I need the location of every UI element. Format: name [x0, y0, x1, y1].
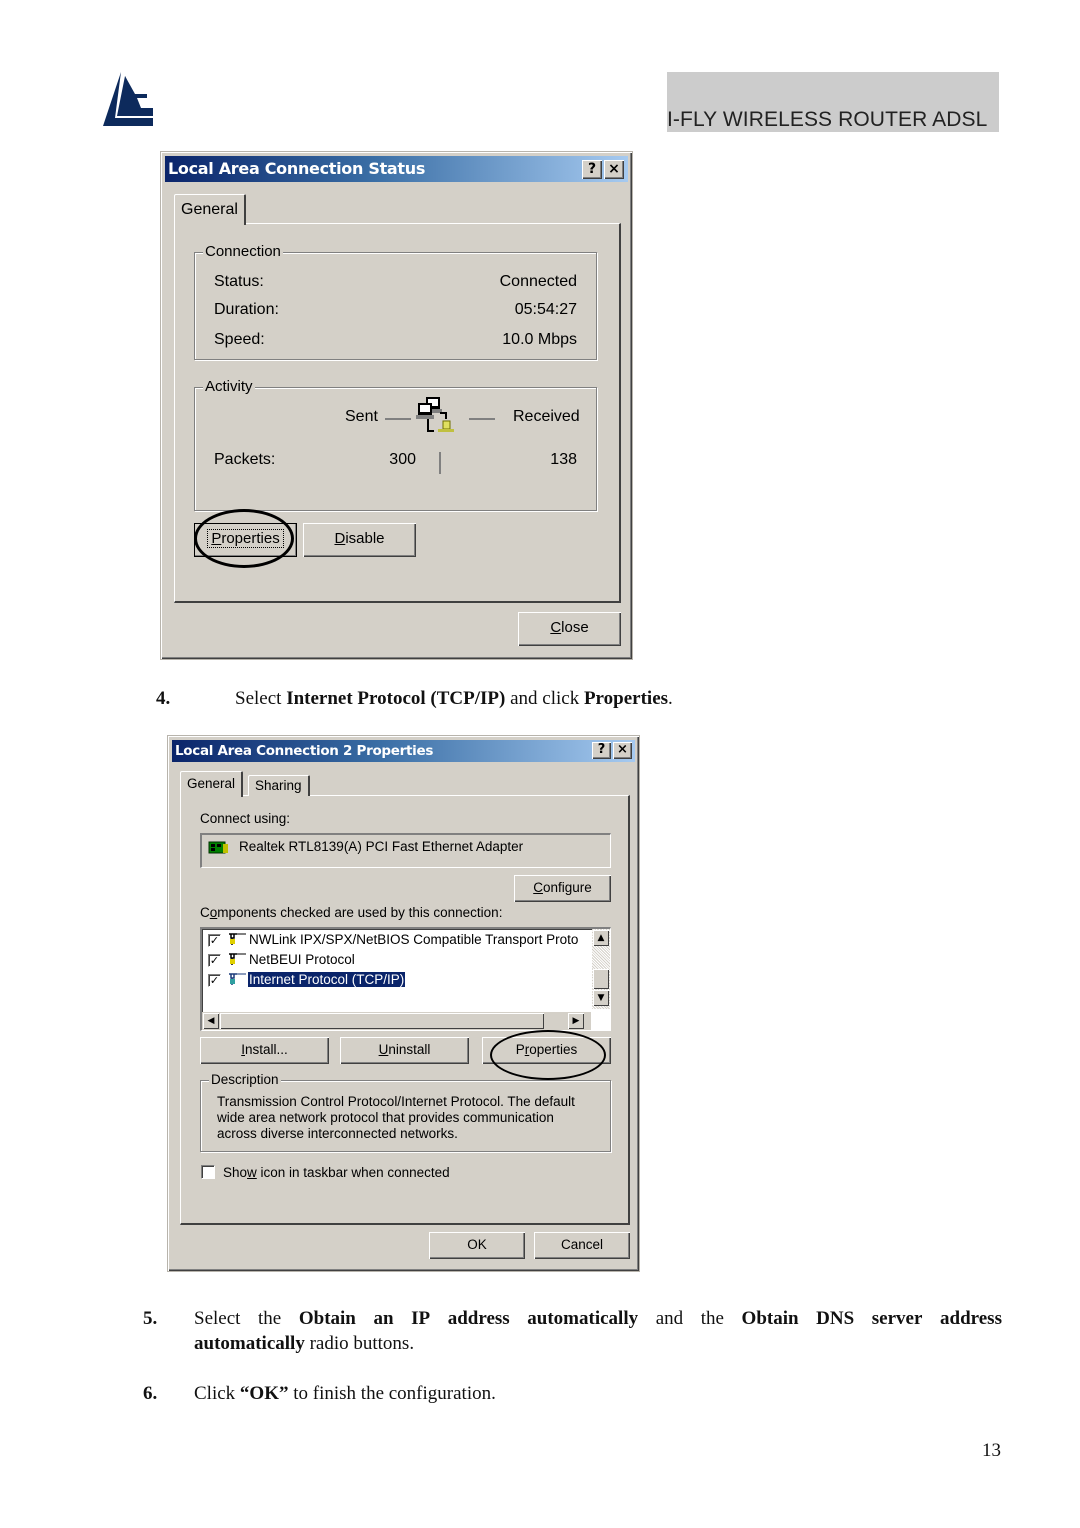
network-computers-icon — [416, 397, 454, 432]
description-line-2: wide area network protocol that provides… — [217, 1110, 554, 1125]
page-number: 13 — [982, 1440, 1001, 1461]
step-5-word: Obtain — [741, 1308, 799, 1329]
packets-label: Packets: — [214, 451, 276, 468]
scroll-thumb[interactable] — [593, 969, 609, 989]
scroll-up-arrow-icon[interactable]: ▲ — [593, 930, 609, 946]
tab-sharing[interactable]: Sharing — [248, 775, 310, 796]
list-item[interactable]: ✓ NetBEUI Protocol — [206, 951, 588, 971]
step-5-word: address — [940, 1308, 1002, 1329]
protocol-icon — [229, 933, 246, 945]
scroll-down-arrow-icon[interactable]: ▼ — [593, 990, 609, 1006]
title-bar[interactable]: Local Area Connection 2 Properties ? × — [172, 740, 635, 762]
components-label: Components checked are used by this conn… — [200, 905, 503, 920]
received-line — [469, 418, 495, 420]
ok-button[interactable]: OK — [429, 1232, 525, 1259]
activity-group — [194, 387, 597, 511]
step-5-word: an — [373, 1308, 394, 1329]
horizontal-scroll-thumb[interactable] — [220, 1013, 544, 1029]
step-5-word: address — [447, 1308, 510, 1329]
step-5-word: DNS — [816, 1308, 855, 1329]
step-5-word: Obtain — [298, 1308, 356, 1329]
vertical-scrollbar[interactable]: ▲ ▼ — [592, 929, 610, 1009]
tab-general[interactable]: General — [174, 194, 246, 225]
checkbox-tcpip[interactable]: ✓ — [208, 974, 221, 987]
checkbox-nwlink[interactable]: ✓ — [208, 934, 221, 947]
received-label: Received — [513, 408, 580, 425]
install-button[interactable]: Install... — [200, 1037, 329, 1064]
components-list[interactable]: ✓ NWLink IPX/SPX/NetBIOS Compatible Tran… — [200, 927, 611, 1031]
step-5-word: Select — [194, 1308, 241, 1329]
step-5-word: the — [700, 1308, 724, 1329]
help-button[interactable]: ? — [592, 742, 611, 759]
description-group-label: Description — [209, 1072, 281, 1087]
scroll-left-arrow-icon[interactable]: ◀ — [203, 1013, 219, 1029]
connection-group-label: Connection — [203, 243, 283, 260]
step-5-line-2: automatically radio buttons. — [194, 1333, 415, 1354]
atlantis-logo-icon — [103, 72, 153, 126]
adapter-name: Realtek RTL8139(A) PCI Fast Ethernet Ada… — [239, 839, 524, 854]
checkbox-netbeui[interactable]: ✓ — [208, 954, 221, 967]
step-5-word: IP — [411, 1308, 431, 1329]
uninstall-button[interactable]: Uninstall — [340, 1037, 469, 1064]
step-6-number: 6. — [143, 1383, 158, 1404]
configure-button[interactable]: Configure — [514, 875, 611, 902]
packets-sent-value: 300 — [389, 451, 416, 468]
network-adapter-icon — [208, 841, 228, 854]
step-5-word: the — [258, 1308, 282, 1329]
show-icon-checkbox[interactable] — [201, 1165, 215, 1179]
description-line-1: Transmission Control Protocol/Internet P… — [217, 1094, 575, 1109]
status-label: Status: — [214, 273, 264, 290]
speed-value: 10.0 Mbps — [502, 331, 577, 348]
disable-button[interactable]: Disable — [303, 523, 416, 557]
description-line-3: across diverse interconnected networks. — [217, 1126, 458, 1141]
step-5-word: server — [871, 1308, 923, 1329]
packets-divider — [439, 452, 441, 474]
status-value: Connected — [499, 273, 577, 290]
step-5-number: 5. — [143, 1308, 158, 1329]
step-6-text: Click “OK” to finish the configuration. — [194, 1383, 496, 1404]
step-4-number: 4. — [156, 688, 171, 709]
duration-label: Duration: — [214, 301, 279, 318]
speed-label: Speed: — [214, 331, 265, 348]
protocol-icon — [229, 973, 246, 985]
show-icon-label[interactable]: Show icon in taskbar when connected — [223, 1165, 450, 1180]
protocol-icon — [229, 953, 246, 965]
sent-line — [385, 418, 411, 420]
header-title: I-FLY WIRELESS ROUTER ADSL — [667, 108, 988, 131]
properties-button[interactable]: Properties — [194, 523, 297, 557]
local-area-connection-status-dialog: Local Area Connection Status ? × General… — [160, 151, 633, 660]
step-5-word: and — [655, 1308, 684, 1329]
tab-general[interactable]: General — [180, 771, 244, 797]
help-button[interactable]: ? — [582, 160, 602, 179]
scroll-right-arrow-icon[interactable]: ▶ — [568, 1013, 584, 1029]
list-item[interactable]: ✓ NWLink IPX/SPX/NetBIOS Compatible Tran… — [206, 931, 588, 951]
step-4-text: Select Internet Protocol (TCP/IP) and cl… — [235, 688, 673, 709]
packets-received-value: 138 — [550, 451, 577, 468]
close-button[interactable]: Close — [518, 612, 621, 646]
close-x-button[interactable]: × — [613, 742, 632, 759]
local-area-connection-2-properties-dialog: Local Area Connection 2 Properties ? × G… — [167, 735, 640, 1272]
step-5-word: automatically — [527, 1308, 639, 1329]
sent-label: Sent — [345, 408, 378, 425]
horizontal-scrollbar[interactable]: ◀ ▶ — [202, 1012, 591, 1030]
step-5-line-1: Select the Obtain an IP address automatically a… — [194, 1308, 1002, 1330]
activity-group-label: Activity — [203, 378, 255, 395]
connect-using-label: Connect using: — [200, 811, 291, 826]
duration-value: 05:54:27 — [514, 301, 577, 318]
dialog-title: Local Area Connection Status — [168, 159, 426, 178]
list-item-selected[interactable]: ✓ Internet Protocol (TCP/IP) — [206, 971, 588, 991]
dialog-title: Local Area Connection 2 Properties — [175, 743, 434, 759]
title-bar[interactable]: Local Area Connection Status ? × — [165, 156, 628, 182]
cancel-button[interactable]: Cancel — [534, 1232, 630, 1259]
close-x-button[interactable]: × — [604, 160, 624, 179]
properties-button[interactable]: Properties — [482, 1037, 611, 1064]
